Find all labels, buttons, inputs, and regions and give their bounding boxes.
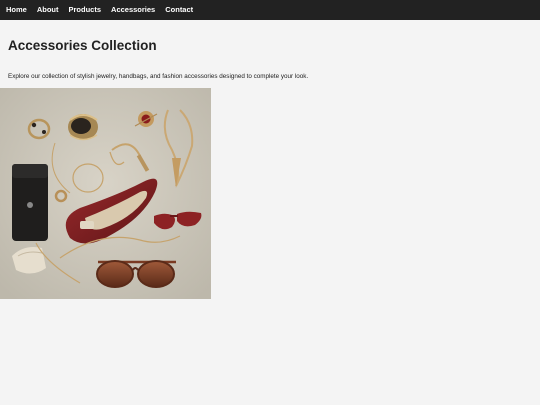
page-title: Accessories Collection [8,38,157,53]
accessories-photo [0,88,211,299]
nav-link-home[interactable]: Home [6,0,27,20]
nav-link-contact[interactable]: Contact [165,0,193,20]
nav-link-products[interactable]: Products [69,0,102,20]
page-description: Explore our collection of stylish jewelr… [8,73,309,80]
accessories-flatlay-image [0,88,211,299]
nav-link-accessories[interactable]: Accessories [111,0,155,20]
nav-link-about[interactable]: About [37,0,59,20]
top-navigation: Home About Products Accessories Contact [0,0,540,20]
